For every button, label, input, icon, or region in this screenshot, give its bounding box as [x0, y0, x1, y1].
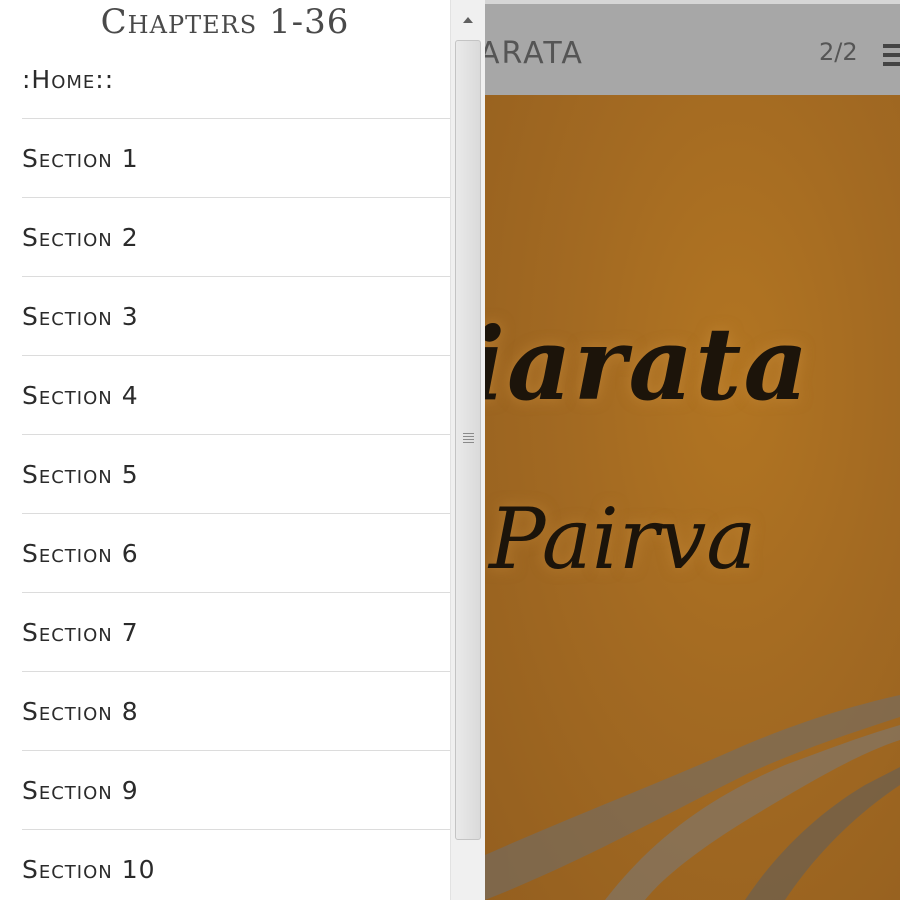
chapter-label: Section 4: [22, 380, 139, 410]
cover-title-line-2: Pairva: [489, 490, 757, 588]
chapter-item-section-9[interactable]: Section 9: [22, 751, 450, 830]
cover-branch-art: [485, 695, 900, 900]
chapter-item-section-2[interactable]: Section 2: [22, 198, 450, 277]
cover-title-line-1: iarata: [485, 305, 811, 423]
scroll-thumb[interactable]: [455, 40, 481, 840]
chapter-label: Section 7: [22, 617, 139, 647]
chapter-item-section-5[interactable]: Section 5: [22, 435, 450, 514]
chapter-item-section-4[interactable]: Section 4: [22, 356, 450, 435]
book-cover: iarata Pairva: [485, 95, 900, 900]
chapter-list: :Home:: Section 1 Section 2 Section 3 Se…: [22, 40, 450, 900]
chapter-label: Section 9: [22, 775, 139, 805]
chapter-item-section-3[interactable]: Section 3: [22, 277, 450, 356]
page-counter: 2/2: [819, 38, 858, 66]
chapter-item-section-1[interactable]: Section 1: [22, 119, 450, 198]
chapter-label: Section 3: [22, 301, 139, 331]
reader-view: ARATA 2/2 iarata Pairva: [485, 0, 900, 900]
chapter-item-section-8[interactable]: Section 8: [22, 672, 450, 751]
chapter-label: Section 1: [22, 143, 139, 173]
chapter-item-section-10[interactable]: Section 10: [22, 830, 450, 900]
chapter-label: :Home::: [22, 64, 115, 94]
chapter-item-section-6[interactable]: Section 6: [22, 514, 450, 593]
drawer-title: Chapters 1-36: [100, 2, 350, 42]
scroll-up-button[interactable]: [451, 4, 485, 36]
chapter-label: Section 10: [22, 855, 156, 884]
book-title: ARATA: [485, 36, 584, 71]
chapter-label: Section 8: [22, 696, 139, 726]
drawer-scrollbar[interactable]: [450, 0, 485, 900]
chapter-label: Section 5: [22, 459, 139, 489]
hamburger-menu-icon[interactable]: [883, 44, 900, 66]
chapter-label: Section 2: [22, 222, 139, 252]
chapter-item-section-7[interactable]: Section 7: [22, 593, 450, 672]
chapter-drawer: Chapters 1-36 :Home:: Section 1 Section …: [0, 0, 485, 900]
reader-toolbar: ARATA 2/2: [485, 0, 900, 95]
chapter-label: Section 6: [22, 538, 139, 568]
grip-icon: [463, 433, 474, 445]
chevron-up-icon: [463, 17, 473, 23]
chapter-item-home[interactable]: :Home::: [22, 40, 450, 119]
